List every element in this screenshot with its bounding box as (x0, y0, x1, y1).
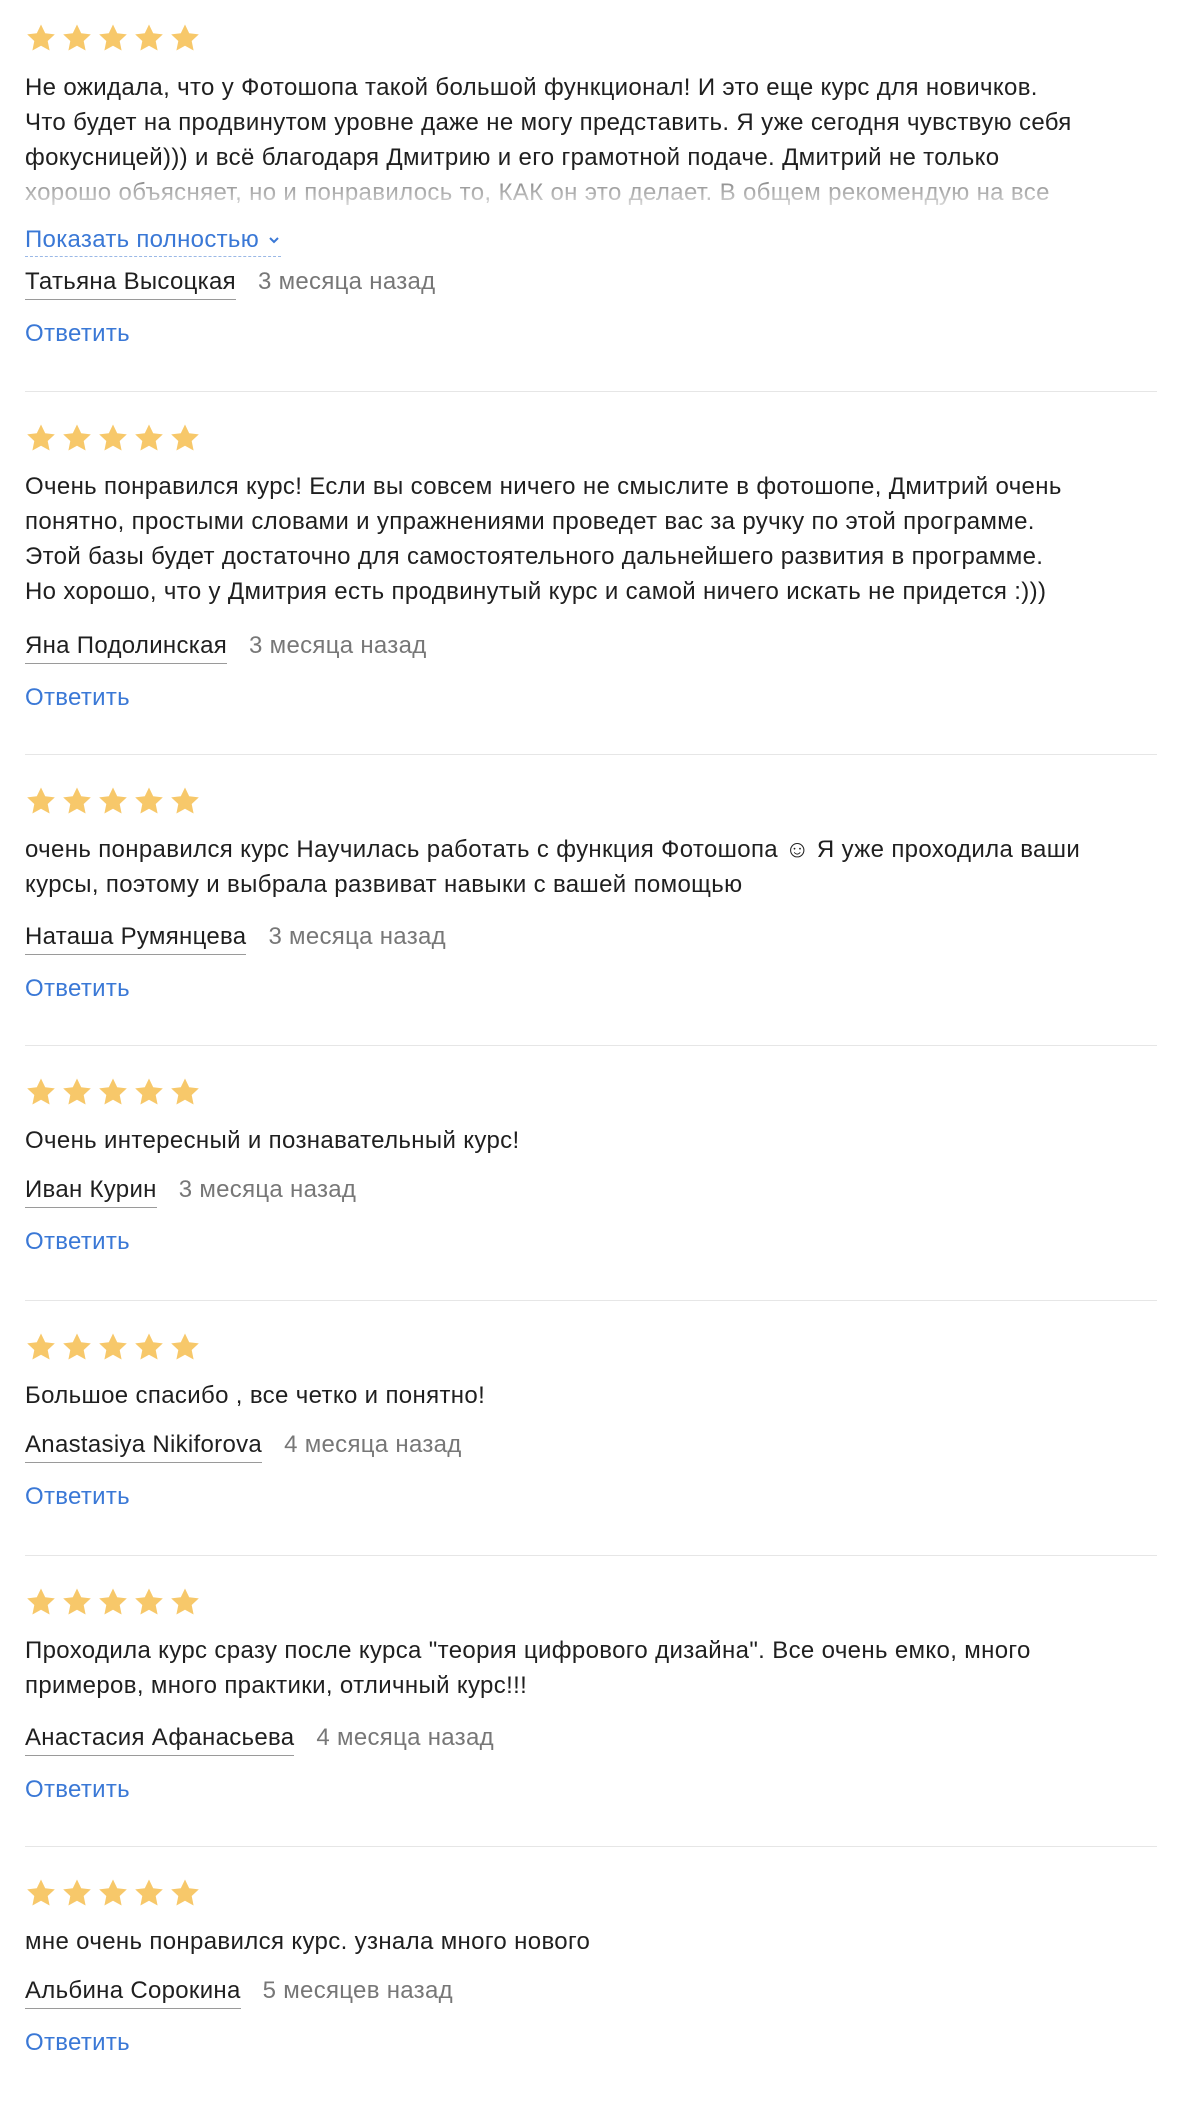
review-author[interactable]: Anastasiya Nikiforova (25, 1431, 263, 1463)
star-icon (99, 424, 127, 451)
rating-stars (25, 1877, 201, 1909)
star-icon (63, 24, 91, 51)
rating-stars (25, 785, 201, 817)
reply-button[interactable]: Ответить (25, 1483, 130, 1511)
star-icon (63, 787, 91, 814)
reply-button[interactable]: Ответить (25, 1776, 130, 1804)
reply-button[interactable]: Ответить (25, 684, 130, 712)
reply-button[interactable]: Ответить (25, 1228, 130, 1256)
rating-stars (25, 422, 201, 454)
review-author[interactable]: Наташа Румянцева (25, 923, 247, 955)
review-text: Проходила курс сразу после курса "теория… (25, 1637, 1031, 1699)
rating-stars (25, 1586, 201, 1618)
review-text: Очень интересный и познавательный курс! (25, 1127, 520, 1154)
star-icon (171, 1879, 199, 1906)
star-icon (63, 1078, 91, 1105)
star-icon (135, 1078, 163, 1105)
review-date: 3 месяца назад (249, 632, 427, 659)
star-icon (27, 1879, 55, 1906)
star-icon (135, 424, 163, 451)
review-author[interactable]: Иван Курин (25, 1176, 157, 1208)
star-icon (27, 424, 55, 451)
show-more-link[interactable]: Показать полностью (25, 226, 282, 257)
review-text: мне очень понравился курс. узнала много … (25, 1928, 591, 1955)
star-icon (27, 787, 55, 814)
star-icon (135, 24, 163, 51)
review-item: Очень интересный и познавательный курс! … (25, 1046, 1157, 1301)
review-date: 5 месяцев назад (262, 1977, 453, 2004)
star-icon (27, 1588, 55, 1615)
star-icon (135, 1588, 163, 1615)
star-icon (27, 1078, 55, 1105)
chevron-down-icon (269, 237, 279, 244)
rating-stars (25, 1331, 201, 1363)
star-icon (99, 1879, 127, 1906)
star-icon (171, 1588, 199, 1615)
star-icon (99, 787, 127, 814)
reply-button[interactable]: Ответить (25, 975, 130, 1003)
star-icon (135, 1333, 163, 1360)
reply-button[interactable]: Ответить (25, 2029, 130, 2057)
star-icon (171, 1333, 199, 1360)
review-text: очень понравился курс Научилась работать… (25, 836, 1081, 898)
star-icon (171, 424, 199, 451)
star-icon (63, 1333, 91, 1360)
star-icon (99, 24, 127, 51)
reviews-list: Не ожидала, что у Фотошопа такой большой… (25, 0, 1157, 2104)
star-icon (171, 787, 199, 814)
review-date: 4 месяца назад (284, 1431, 462, 1458)
review-date: 3 месяца назад (178, 1176, 357, 1203)
star-icon (99, 1078, 127, 1105)
review-item: очень понравился курс Научилась работать… (25, 755, 1157, 1046)
review-item: Проходила курс сразу после курса "теория… (25, 1556, 1157, 1847)
star-icon (99, 1333, 127, 1360)
review-item: Не ожидала, что у Фотошопа такой большой… (25, 0, 1157, 392)
rating-stars (25, 1076, 201, 1108)
review-text: Очень понравился курс! Если вы совсем ни… (25, 473, 1062, 605)
reply-button[interactable]: Ответить (25, 320, 130, 348)
review-text: Не ожидала, что у Фотошопа такой большой… (25, 74, 1072, 206)
star-icon (171, 24, 199, 51)
review-item: мне очень понравился курс. узнала много … (25, 1847, 1157, 2104)
show-more-label: Показать полностью (25, 226, 260, 253)
star-icon (63, 424, 91, 451)
star-icon (27, 1333, 55, 1360)
review-text: Большое спасибо , все четко и понятно! (25, 1382, 486, 1409)
star-icon (27, 24, 55, 51)
review-date: 3 месяца назад (257, 268, 436, 295)
review-author[interactable]: Татьяна Высоцкая (25, 268, 236, 300)
review-item: Очень понравился курс! Если вы совсем ни… (25, 392, 1157, 755)
rating-stars (25, 22, 201, 54)
star-icon (135, 787, 163, 814)
star-icon (63, 1879, 91, 1906)
review-item: Большое спасибо , все четко и понятно! A… (25, 1301, 1157, 1556)
star-icon (99, 1588, 127, 1615)
review-author[interactable]: Анастасия Афанасьева (25, 1724, 295, 1756)
review-date: 3 месяца назад (268, 923, 446, 950)
star-icon (63, 1588, 91, 1615)
review-author[interactable]: Альбина Сорокина (25, 1977, 241, 2009)
star-icon (135, 1879, 163, 1906)
star-icon (171, 1078, 199, 1105)
review-author[interactable]: Яна Подолинская (25, 632, 228, 664)
review-date: 4 месяца назад (316, 1724, 494, 1751)
